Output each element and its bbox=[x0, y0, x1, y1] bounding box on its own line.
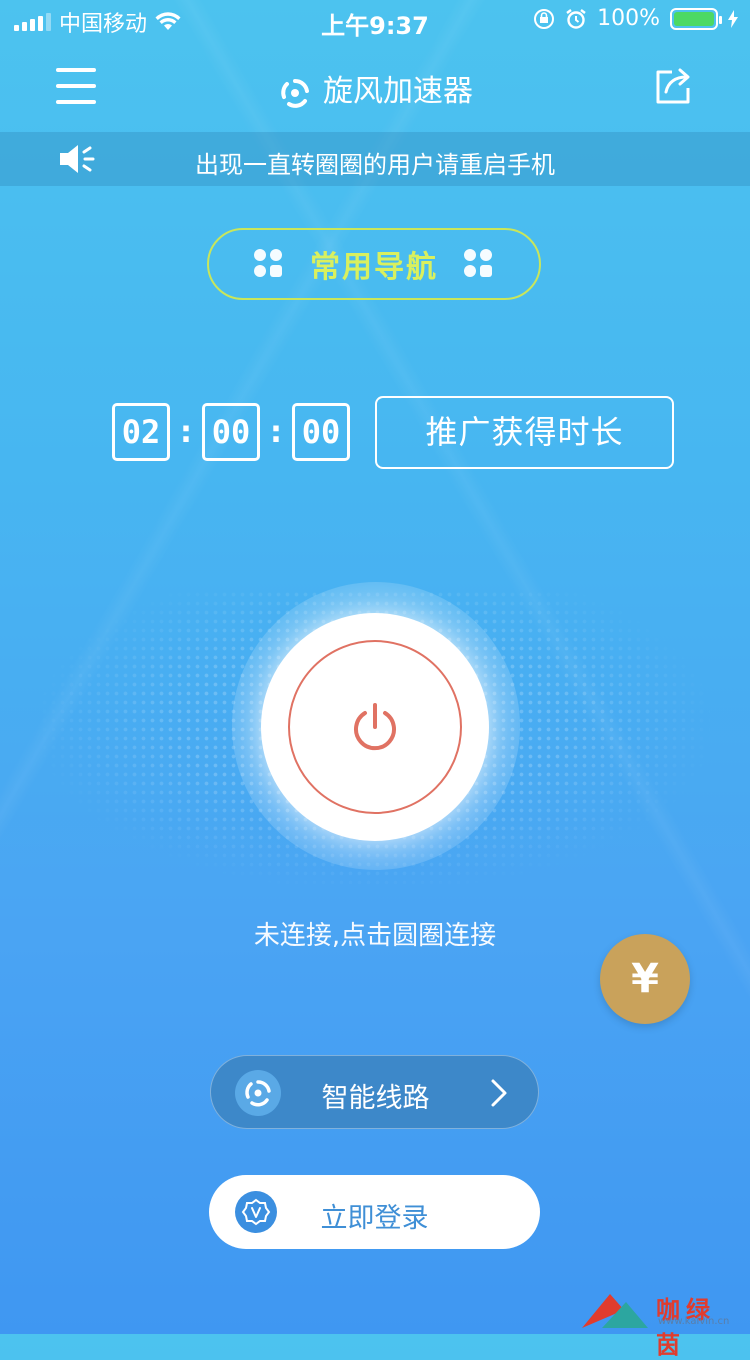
common-nav-label: 常用导航 bbox=[310, 250, 438, 285]
connect-power-button[interactable] bbox=[261, 613, 489, 841]
battery-icon bbox=[670, 7, 722, 30]
app-logo-icon bbox=[281, 78, 309, 108]
watermark-url: www.kalvin.cn bbox=[658, 1316, 730, 1327]
watermark: 咖绿茵 www.kalvin.cn bbox=[580, 1288, 745, 1359]
grid-icon bbox=[254, 249, 284, 279]
nav-bar: 旋风加速器 bbox=[0, 40, 750, 132]
app-title-text: 旋风加速器 bbox=[323, 74, 473, 109]
watermark-logo-icon bbox=[582, 1294, 648, 1328]
common-nav-button[interactable]: 常用导航 bbox=[207, 228, 541, 300]
timer-hours: 02 bbox=[112, 403, 170, 461]
notice-bar: 出现一直转圈圈的用户请重启手机 bbox=[0, 132, 750, 186]
timer-seconds: 00 bbox=[292, 403, 350, 461]
timer-separator: : bbox=[180, 414, 192, 450]
grid-icon bbox=[464, 249, 494, 279]
alarm-icon bbox=[566, 8, 586, 29]
remaining-time-timer: 02 : 00 : 00 bbox=[112, 403, 350, 461]
promote-for-time-button[interactable]: 推广获得时长 bbox=[375, 396, 674, 469]
login-label: 立即登录 bbox=[320, 1203, 429, 1234]
login-button[interactable]: 立即登录 bbox=[209, 1175, 540, 1249]
app-title: 旋风加速器 bbox=[0, 66, 750, 111]
timer-separator: : bbox=[270, 414, 282, 450]
notice-text: 出现一直转圈圈的用户请重启手机 bbox=[195, 151, 555, 179]
chevron-right-icon bbox=[491, 1079, 507, 1107]
status-bar: 中国移动 上午9:37 100% bbox=[0, 0, 750, 40]
charging-bolt-icon bbox=[728, 9, 738, 28]
timer-minutes: 00 bbox=[202, 403, 260, 461]
power-icon bbox=[354, 703, 396, 751]
coin-button[interactable]: ¥ bbox=[600, 934, 690, 1024]
rotation-lock-icon bbox=[534, 8, 555, 29]
smart-route-button[interactable]: 智能线路 bbox=[210, 1055, 539, 1129]
battery-percent: 100% bbox=[597, 6, 660, 31]
share-icon[interactable] bbox=[652, 64, 696, 108]
